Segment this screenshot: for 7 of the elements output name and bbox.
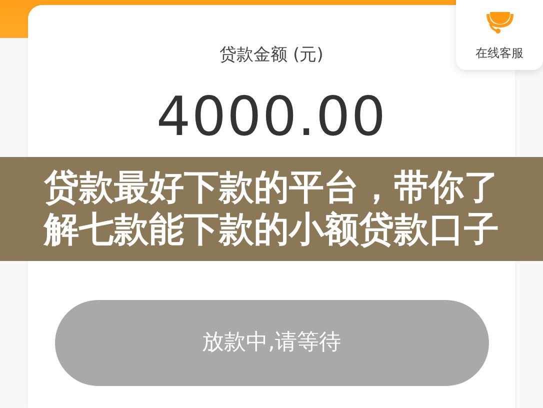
loan-amount: 4000.00 [156, 86, 387, 146]
headset-icon [484, 12, 516, 34]
banner-title: 解七款能下款的小额贷款口子 [44, 209, 499, 251]
amount-label: 贷款金额 (元) [220, 44, 324, 67]
customer-service-button[interactable]: 在线客服 [456, 0, 543, 70]
service-label: 在线客服 [476, 45, 524, 62]
banner-title: 贷款最好下款的平台，带你了 [44, 167, 499, 209]
